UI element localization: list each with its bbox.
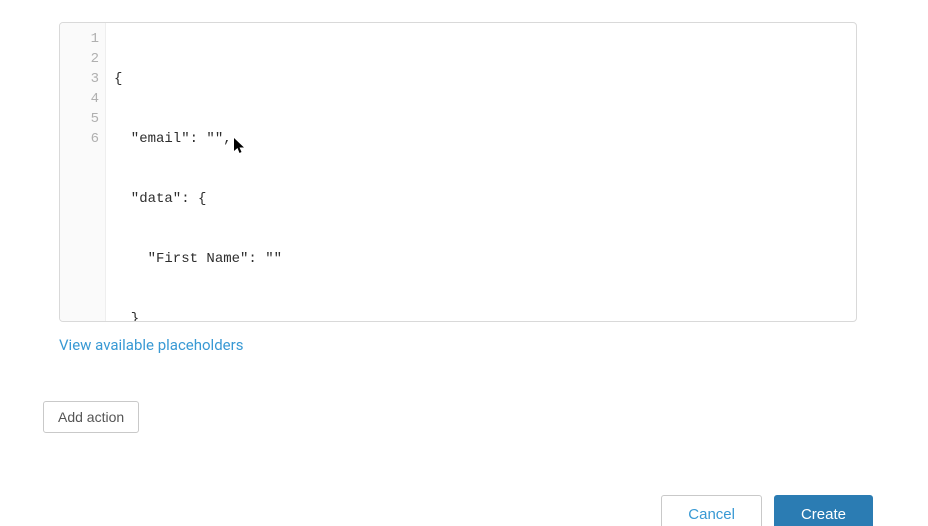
line-number: 1 [60,29,105,49]
json-code-editor[interactable]: 1 2 3 4 5 6 { "email": "", "data": { "Fi… [59,22,857,322]
view-placeholders-link[interactable]: View available placeholders [59,336,243,354]
code-line: "First Name": "" [114,249,848,269]
add-action-button[interactable]: Add action [43,401,139,433]
line-number: 2 [60,49,105,69]
code-text-area[interactable]: { "email": "", "data": { "First Name": "… [106,23,856,321]
footer-button-row: Cancel Create [661,495,873,526]
code-line: "data": { [114,189,848,209]
code-line: { [114,69,848,89]
line-number: 3 [60,69,105,89]
cancel-button[interactable]: Cancel [661,495,762,526]
page-root: 1 2 3 4 5 6 { "email": "", "data": { "Fi… [0,0,928,526]
create-button[interactable]: Create [774,495,873,526]
line-number: 6 [60,129,105,149]
line-number-gutter: 1 2 3 4 5 6 [60,23,106,321]
line-number: 4 [60,89,105,109]
code-line: } [114,309,848,322]
line-number: 5 [60,109,105,129]
code-line: "email": "", [114,129,848,149]
